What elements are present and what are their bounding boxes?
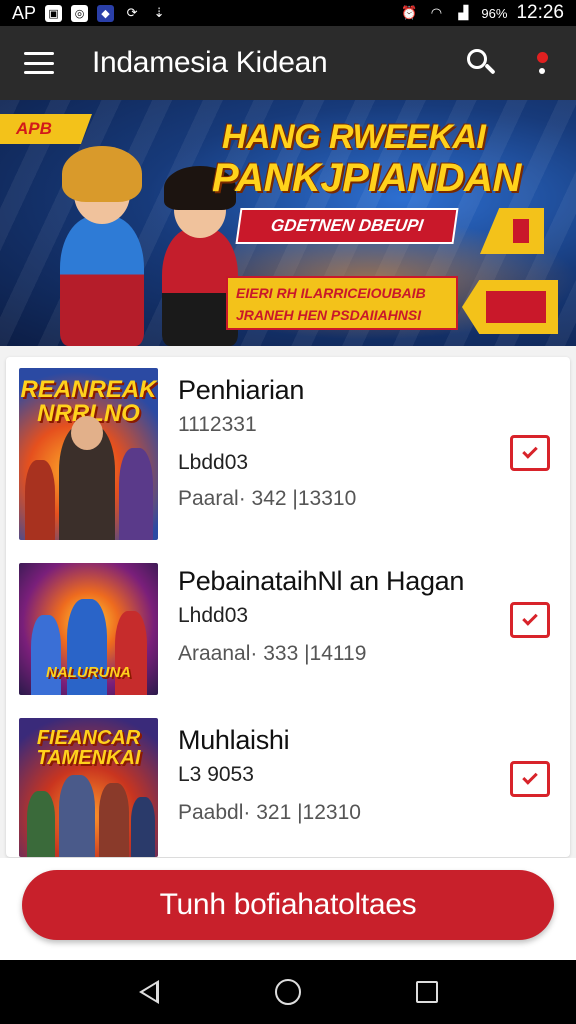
- home-icon: [274, 979, 301, 1005]
- item-meta-1: 1112331: [178, 413, 257, 436]
- sync-icon: ⟳: [126, 5, 138, 20]
- banner-subtext-2: JRANEH HEN PSDAIIAHNSI: [236, 307, 422, 323]
- carrier-label: AP: [12, 2, 37, 23]
- cta-area: Tunh bofiahatoltaes: [0, 858, 576, 960]
- list-item[interactable]: NALURUNA PebainataihNl an Hagan Lhdd03 A…: [6, 552, 570, 702]
- item-meta-1: Lhdd03: [178, 604, 249, 627]
- item-meta-2: Paabdl· 321 |12310: [178, 801, 361, 824]
- bookmark-check-icon[interactable]: [510, 435, 550, 471]
- hero-character-left: [40, 116, 160, 346]
- back-button[interactable]: [129, 972, 169, 1012]
- promo-banner[interactable]: APB HANG RWEEKAI PANKJPIANDAN GDETNEN DB…: [0, 100, 576, 346]
- battery-level: 96%: [481, 5, 508, 21]
- item-meta-1: L3 9053: [178, 763, 254, 786]
- item-meta-2: Araanal· 333 |14119: [178, 642, 367, 665]
- recents-icon: [415, 981, 438, 1003]
- banner-ribbon: GDETNEN DBEUPI: [235, 208, 459, 244]
- search-icon[interactable]: [464, 46, 498, 80]
- download-icon: ⇣: [153, 5, 165, 20]
- primary-action-button[interactable]: Tunh bofiahatoltaes: [22, 870, 554, 940]
- banner-headline-1: HANG RWEEKAI: [222, 118, 486, 156]
- list-item[interactable]: FIEANCAR TAMENKAI Muhlaishi L3 9053 Paab…: [6, 707, 570, 857]
- app-title: Indamesia Kidean: [92, 46, 328, 79]
- home-button[interactable]: [268, 972, 308, 1012]
- clock: 12:26: [516, 2, 564, 23]
- item-meta-3: Paaral· 342 |13310: [178, 487, 357, 510]
- back-icon: [139, 980, 160, 1004]
- item-thumbnail: FIEANCAR TAMENKAI: [19, 718, 158, 857]
- status-right: ⏰ ◠ ▟ 96% 12:26: [400, 2, 564, 24]
- hamburger-menu-icon[interactable]: [24, 52, 54, 74]
- thumbnail-title: FIEANCAR TAMENKAI: [36, 727, 141, 769]
- bookmark-check-icon[interactable]: [510, 602, 550, 638]
- circle-notification-icon: ◎: [71, 4, 89, 22]
- app-notification-icon: ▣: [45, 4, 63, 22]
- recents-button[interactable]: [407, 972, 447, 1012]
- article-list: REANREAK NRRLNO Penhiarian 1112331 Lbdd0…: [6, 357, 570, 857]
- system-nav-bar: [0, 960, 576, 1024]
- item-title: Muhlaishi: [178, 725, 290, 755]
- signal-icon: ▟: [458, 5, 469, 20]
- banner-arrow-icon[interactable]: [462, 280, 558, 334]
- item-thumbnail: NALURUNA: [19, 563, 158, 695]
- list-item[interactable]: REANREAK NRRLNO Penhiarian 1112331 Lbdd0…: [6, 357, 570, 547]
- status-left: AP ▣ ◎ ◆ ⟳ ⇣: [12, 3, 168, 24]
- app-bar: Indamesia Kidean: [0, 26, 576, 100]
- item-meta-2: Lbdd03: [178, 451, 249, 474]
- wifi-icon: ◠: [430, 5, 443, 20]
- alarm-icon: ⏰: [401, 5, 418, 20]
- shield-notification-icon: ◆: [97, 4, 115, 22]
- banner-headline-2: PANKJPIANDAN: [212, 156, 521, 200]
- banner-subtext-1: EIERI RH ILARRICEIOUBAIB: [236, 285, 426, 301]
- item-thumbnail: REANREAK NRRLNO: [19, 368, 158, 540]
- banner-subtext-box: EIERI RH ILARRICEIOUBAIB JRANEH HEN PSDA…: [226, 276, 458, 330]
- item-title: PebainataihNl an Hagan: [178, 566, 465, 596]
- thumbnail-title: NALURUNA: [46, 664, 131, 681]
- status-bar: AP ▣ ◎ ◆ ⟳ ⇣ ⏰ ◠ ▟ 96% 12:26: [0, 0, 576, 26]
- item-title: Penhiarian: [178, 375, 305, 405]
- bookmark-check-icon[interactable]: [510, 761, 550, 797]
- overflow-menu-icon[interactable]: [532, 46, 552, 80]
